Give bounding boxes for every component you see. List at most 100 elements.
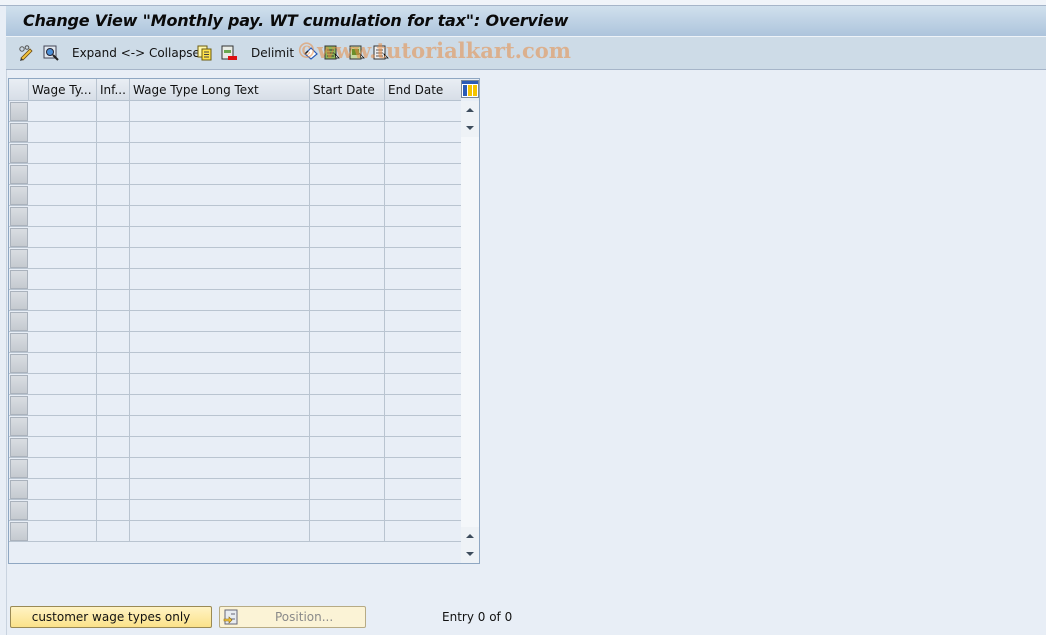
table-cell[interactable] <box>385 164 461 185</box>
table-cell[interactable] <box>130 521 310 542</box>
customer-wage-types-button[interactable]: customer wage types only <box>10 606 212 628</box>
table-cell[interactable] <box>385 437 461 458</box>
scroll-up-button[interactable] <box>461 101 479 119</box>
table-cell[interactable] <box>130 269 310 290</box>
table-cell[interactable] <box>385 248 461 269</box>
table-cell[interactable] <box>29 122 97 143</box>
row-selector[interactable] <box>10 438 28 457</box>
column-header-long-text[interactable]: Wage Type Long Text <box>130 79 310 101</box>
table-cell[interactable] <box>310 332 385 353</box>
table-cell[interactable] <box>97 395 130 416</box>
table-cell[interactable] <box>310 206 385 227</box>
table-cell[interactable] <box>130 143 310 164</box>
row-selector[interactable] <box>10 480 28 499</box>
table-cell[interactable] <box>29 374 97 395</box>
table-cell[interactable] <box>29 164 97 185</box>
table-cell[interactable] <box>97 416 130 437</box>
table-cell[interactable] <box>130 437 310 458</box>
column-header-wage-type[interactable]: Wage Ty... <box>29 79 97 101</box>
table-cell[interactable] <box>310 248 385 269</box>
row-selector[interactable] <box>10 522 28 541</box>
vertical-scrollbar[interactable] <box>461 101 479 563</box>
position-button[interactable]: Position... <box>219 606 366 628</box>
table-cell[interactable] <box>130 290 310 311</box>
table-cell[interactable] <box>130 248 310 269</box>
row-selector[interactable] <box>10 396 28 415</box>
table-cell[interactable] <box>97 458 130 479</box>
table-cell[interactable] <box>29 101 97 122</box>
table-cell[interactable] <box>310 395 385 416</box>
table-cell[interactable] <box>29 395 97 416</box>
table-cell[interactable] <box>97 290 130 311</box>
select-block-button[interactable] <box>349 44 365 62</box>
row-selector[interactable] <box>10 165 28 184</box>
table-cell[interactable] <box>97 479 130 500</box>
table-cell[interactable] <box>310 185 385 206</box>
table-cell[interactable] <box>97 374 130 395</box>
row-selector[interactable] <box>10 102 28 121</box>
table-cell[interactable] <box>97 311 130 332</box>
table-cell[interactable] <box>97 332 130 353</box>
row-selector[interactable] <box>10 144 28 163</box>
table-cell[interactable] <box>130 206 310 227</box>
table-cell[interactable] <box>310 458 385 479</box>
table-cell[interactable] <box>29 227 97 248</box>
table-cell[interactable] <box>97 101 130 122</box>
table-cell[interactable] <box>29 458 97 479</box>
table-cell[interactable] <box>310 269 385 290</box>
column-header-info[interactable]: Inf... <box>97 79 130 101</box>
table-cell[interactable] <box>130 311 310 332</box>
table-cell[interactable] <box>97 521 130 542</box>
undo-change-button[interactable] <box>303 44 319 62</box>
table-cell[interactable] <box>385 269 461 290</box>
table-cell[interactable] <box>385 185 461 206</box>
table-cell[interactable] <box>29 311 97 332</box>
table-cell[interactable] <box>310 122 385 143</box>
table-cell[interactable] <box>310 143 385 164</box>
table-cell[interactable] <box>29 143 97 164</box>
table-cell[interactable] <box>310 521 385 542</box>
table-cell[interactable] <box>29 437 97 458</box>
display-change-button[interactable] <box>18 44 34 62</box>
table-cell[interactable] <box>29 248 97 269</box>
table-cell[interactable] <box>29 416 97 437</box>
table-cell[interactable] <box>385 332 461 353</box>
row-selector[interactable] <box>10 123 28 142</box>
table-cell[interactable] <box>97 206 130 227</box>
row-selector[interactable] <box>10 354 28 373</box>
table-cell[interactable] <box>130 227 310 248</box>
table-cell[interactable] <box>385 311 461 332</box>
table-cell[interactable] <box>310 227 385 248</box>
table-cell[interactable] <box>97 122 130 143</box>
delimit-button[interactable]: Delimit <box>251 44 294 62</box>
table-cell[interactable] <box>385 479 461 500</box>
table-cell[interactable] <box>130 374 310 395</box>
scroll-page-down-button[interactable] <box>461 545 479 563</box>
table-cell[interactable] <box>97 185 130 206</box>
select-all-button[interactable] <box>324 44 340 62</box>
table-cell[interactable] <box>310 311 385 332</box>
table-cell[interactable] <box>385 500 461 521</box>
row-selector[interactable] <box>10 501 28 520</box>
row-selector[interactable] <box>10 249 28 268</box>
table-cell[interactable] <box>130 353 310 374</box>
row-selector[interactable] <box>10 312 28 331</box>
table-cell[interactable] <box>97 353 130 374</box>
table-cell[interactable] <box>97 437 130 458</box>
table-cell[interactable] <box>97 143 130 164</box>
table-cell[interactable] <box>130 479 310 500</box>
table-cell[interactable] <box>385 353 461 374</box>
column-header-start-date[interactable]: Start Date <box>310 79 385 101</box>
table-cell[interactable] <box>385 101 461 122</box>
table-cell[interactable] <box>97 269 130 290</box>
table-cell[interactable] <box>130 395 310 416</box>
table-cell[interactable] <box>310 437 385 458</box>
row-selector[interactable] <box>10 207 28 226</box>
table-cell[interactable] <box>29 500 97 521</box>
table-cell[interactable] <box>97 227 130 248</box>
table-cell[interactable] <box>29 269 97 290</box>
table-cell[interactable] <box>385 143 461 164</box>
deselect-all-button[interactable] <box>373 44 389 62</box>
copy-button[interactable] <box>197 44 213 62</box>
details-button[interactable] <box>43 44 59 62</box>
